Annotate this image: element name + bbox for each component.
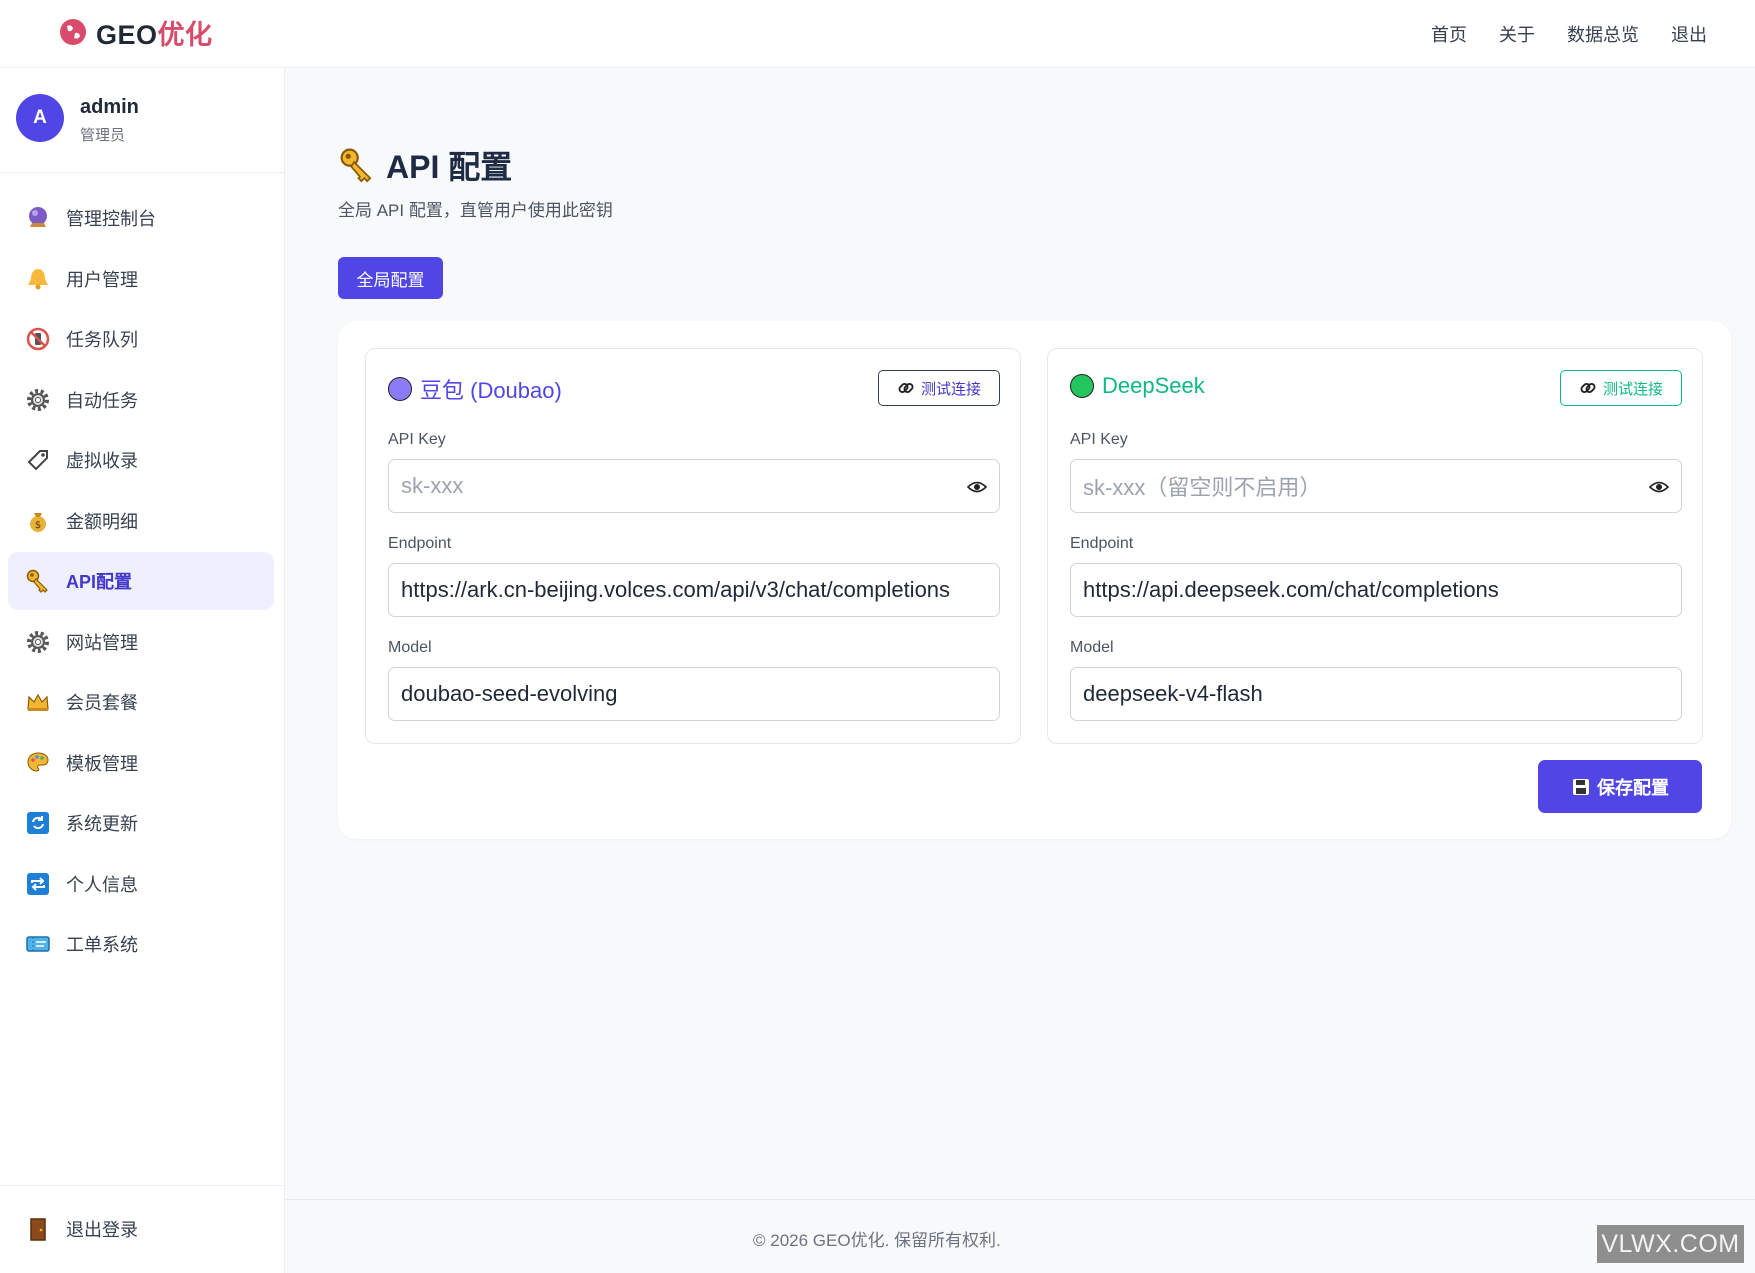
watermark: VLWX.COM xyxy=(1597,1225,1744,1263)
sidebar-menu: 管理控制台 用户管理 任务队列 自动任务 虚拟收录 $ 金额明细 API配置 网 xyxy=(8,189,274,976)
model-input[interactable]: deepseek-v4-flash xyxy=(1070,667,1682,721)
bell-icon xyxy=(24,265,52,293)
eye-icon[interactable] xyxy=(1649,477,1669,497)
api-key-input[interactable]: sk-xxx xyxy=(388,459,1000,513)
top-bar: GEO优化 首页 关于 数据总览 退出 xyxy=(0,0,1755,68)
ticket-icon xyxy=(24,930,52,958)
gear-icon xyxy=(24,628,52,656)
test-connection-button[interactable]: 测试连接 xyxy=(878,370,1000,406)
user-role: 管理员 xyxy=(80,127,126,144)
page-subtitle: 全局 API 配置，直管用户使用此密钥 xyxy=(338,201,613,220)
sidebar-item-users[interactable]: 用户管理 xyxy=(8,250,274,308)
brand[interactable]: GEO优化 xyxy=(58,14,213,50)
page-title: API 配置 xyxy=(338,142,512,188)
nav-logout[interactable]: 退出 xyxy=(1671,21,1707,47)
crown-icon xyxy=(24,688,52,716)
brand-name: GEO优化 xyxy=(96,19,213,50)
endpoint-input[interactable]: https://api.deepseek.com/chat/completion… xyxy=(1070,563,1682,617)
config-panel: 豆包 (Doubao) 测试连接 API Key sk-xxx Endpoint… xyxy=(338,321,1731,839)
provider-title: 豆包 (Doubao) xyxy=(388,373,562,405)
sidebar-item-sites[interactable]: 网站管理 xyxy=(8,613,274,671)
provider-title: DeepSeek xyxy=(1070,373,1205,399)
sidebar-item-dashboard[interactable]: 管理控制台 xyxy=(8,189,274,247)
copyright: © 2026 GEO优化. 保留所有权利. xyxy=(753,1231,1001,1250)
key-icon xyxy=(340,148,372,183)
provider-card-doubao: 豆包 (Doubao) 测试连接 API Key sk-xxx Endpoint… xyxy=(365,348,1021,744)
no-phone-icon xyxy=(24,325,52,353)
model-label: Model xyxy=(388,639,432,656)
user-name: admin xyxy=(80,96,139,118)
palette-icon xyxy=(24,749,52,777)
eye-icon[interactable] xyxy=(967,477,987,497)
nav-data-overview[interactable]: 数据总览 xyxy=(1567,21,1639,47)
sidebar-item-profile[interactable]: 个人信息 xyxy=(8,855,274,913)
logout-button[interactable]: 退出登录 xyxy=(8,1200,138,1258)
footer: © 2026 GEO优化. 保留所有权利. xyxy=(286,1199,1755,1273)
status-dot xyxy=(1070,374,1094,398)
api-key-label: API Key xyxy=(388,431,446,448)
refresh-icon xyxy=(24,809,52,837)
top-nav: 首页 关于 数据总览 退出 xyxy=(1431,0,1707,68)
sidebar: A admin 管理员 管理控制台 用户管理 任务队列 自动任务 虚拟收录 $ … xyxy=(0,68,285,1273)
model-label: Model xyxy=(1070,639,1114,656)
model-input[interactable]: doubao-seed-evolving xyxy=(388,667,1000,721)
endpoint-label: Endpoint xyxy=(388,535,452,552)
sidebar-footer: 退出登录 xyxy=(0,1185,284,1273)
globe-heart-icon xyxy=(60,19,86,45)
sidebar-item-task-queue[interactable]: 任务队列 xyxy=(8,310,274,368)
user-card: A admin 管理员 xyxy=(0,68,284,173)
save-config-button[interactable]: 保存配置 xyxy=(1538,760,1702,813)
sidebar-item-system-update[interactable]: 系统更新 xyxy=(8,794,274,852)
sidebar-item-auto-tasks[interactable]: 自动任务 xyxy=(8,371,274,429)
repeat-icon xyxy=(24,870,52,898)
link-icon xyxy=(898,383,914,393)
sidebar-item-api-config[interactable]: API配置 xyxy=(8,552,274,610)
api-key-input[interactable]: sk-xxx（留空则不启用） xyxy=(1070,459,1682,513)
key-icon xyxy=(24,567,52,595)
link-icon xyxy=(1580,383,1596,393)
sidebar-item-tickets[interactable]: 工单系统 xyxy=(8,915,274,973)
test-connection-button[interactable]: 测试连接 xyxy=(1560,370,1682,406)
sidebar-item-templates[interactable]: 模板管理 xyxy=(8,734,274,792)
door-icon xyxy=(24,1215,52,1243)
floppy-disk-icon xyxy=(1573,778,1589,795)
svg-text:$: $ xyxy=(35,520,41,531)
label-tag-icon xyxy=(24,446,52,474)
provider-card-deepseek: DeepSeek 测试连接 API Key sk-xxx（留空则不启用） End… xyxy=(1047,348,1703,744)
gear-icon xyxy=(24,386,52,414)
avatar[interactable]: A xyxy=(16,94,64,142)
nav-about[interactable]: 关于 xyxy=(1499,21,1535,47)
nav-home[interactable]: 首页 xyxy=(1431,21,1467,47)
sidebar-item-virtual-index[interactable]: 虚拟收录 xyxy=(8,431,274,489)
sidebar-item-membership[interactable]: 会员套餐 xyxy=(8,673,274,731)
money-bag-icon: $ xyxy=(24,507,52,535)
page-title-text: API 配置 xyxy=(386,149,513,185)
api-key-label: API Key xyxy=(1070,431,1128,448)
endpoint-label: Endpoint xyxy=(1070,535,1134,552)
sidebar-item-transactions[interactable]: $ 金额明细 xyxy=(8,492,274,550)
endpoint-input[interactable]: https://ark.cn-beijing.volces.com/api/v3… xyxy=(388,563,1000,617)
crystal-ball-icon xyxy=(24,204,52,232)
status-dot xyxy=(388,377,412,401)
tab-global-config[interactable]: 全局配置 xyxy=(338,257,443,299)
